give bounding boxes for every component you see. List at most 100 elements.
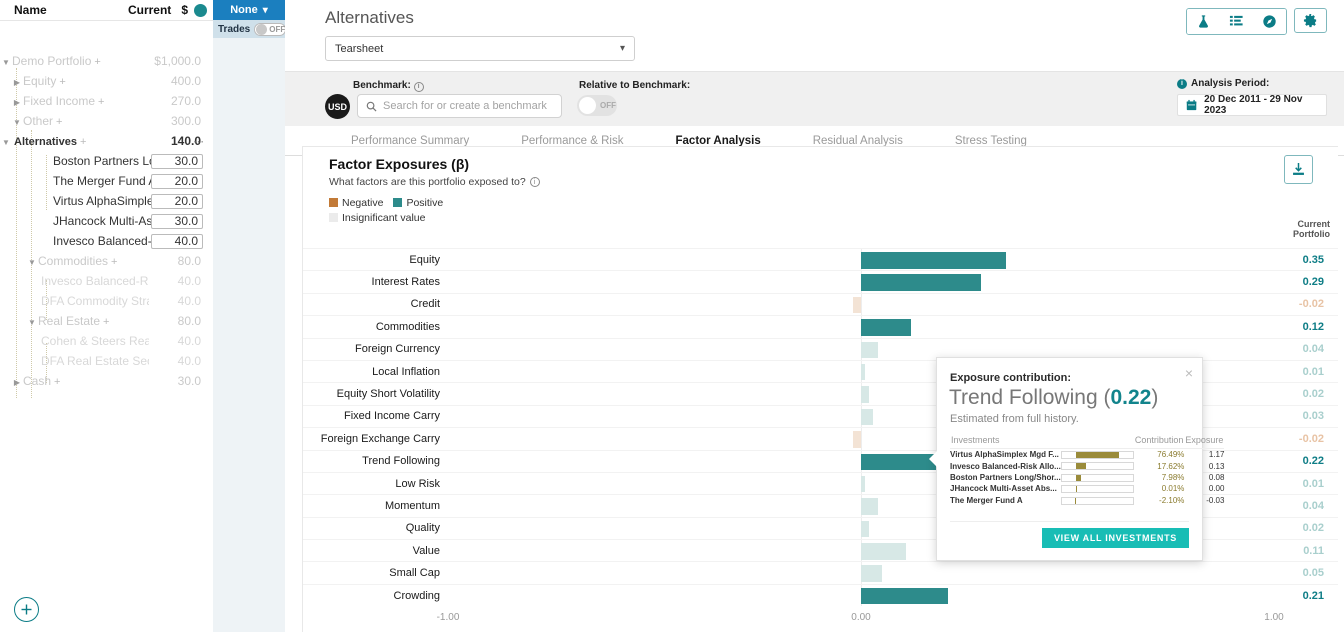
chart-bar[interactable]: [861, 409, 873, 426]
chart-bar[interactable]: [861, 386, 869, 403]
chart-bar[interactable]: [861, 521, 869, 538]
caret-down-icon[interactable]: ▼: [0, 138, 12, 147]
info-icon[interactable]: i: [1177, 79, 1187, 89]
chart-bar[interactable]: [861, 319, 911, 336]
row-menu-icon[interactable]: ⋯: [193, 135, 205, 148]
tree-row-dfa-commodity-stra[interactable]: DFA Commodity Stra...40.0: [0, 291, 213, 311]
relative-to-benchmark-label: Relative to Benchmark:: [579, 80, 690, 91]
info-icon[interactable]: i: [414, 82, 424, 92]
add-icon[interactable]: +: [94, 56, 100, 68]
relative-to-benchmark-toggle[interactable]: OFF: [577, 95, 617, 116]
currency-badge[interactable]: USD: [325, 94, 350, 119]
caret-down-icon[interactable]: ▼: [11, 118, 23, 127]
tree-row-value: $1,000.0: [149, 54, 205, 68]
benchmark-search-input[interactable]: Search for or create a benchmark: [357, 94, 562, 118]
download-button[interactable]: [1284, 155, 1313, 184]
contribution-value: 76.49%: [1134, 449, 1185, 461]
add-portfolio-button[interactable]: [14, 597, 39, 622]
tree-row-fixed-income[interactable]: ▶Fixed Income+270.0: [0, 91, 213, 111]
tree-row-value-input[interactable]: 30.0: [151, 214, 203, 229]
legend-swatch: [393, 198, 402, 207]
caret-right-icon[interactable]: ▶: [11, 378, 23, 387]
tree-row-dfa-real-estate-sec[interactable]: DFA Real Estate Sec...40.0: [0, 351, 213, 371]
tree-row-cash[interactable]: ▶Cash+30.0: [0, 371, 213, 391]
tree-row-commodities[interactable]: ▼Commodities+80.0: [0, 251, 213, 271]
investment-name: The Merger Fund A: [950, 495, 1061, 506]
tree-row-value: 40.0: [149, 294, 205, 308]
tree-row-invesco-balanced-ri[interactable]: Invesco Balanced-Ri...40.0: [0, 231, 213, 251]
tree-row-real-estate[interactable]: ▼Real Estate+80.0: [0, 311, 213, 331]
trades-scenario-dropdown[interactable]: None ▾: [213, 0, 285, 20]
tree-row-cohen-steers-real[interactable]: Cohen & Steers Real...40.0: [0, 331, 213, 351]
view-select-value: Tearsheet: [335, 43, 383, 55]
chart-bar[interactable]: [861, 252, 1006, 269]
x-axis-tick: 1.00: [1264, 612, 1283, 623]
compass-icon-button[interactable]: [1253, 9, 1286, 34]
tree-row-label: ▶Equity+: [0, 74, 149, 88]
add-icon[interactable]: +: [98, 96, 104, 108]
legend-swatch: [329, 198, 338, 207]
chart-bar[interactable]: [861, 364, 865, 381]
add-icon[interactable]: +: [56, 116, 62, 128]
chart-row-value: 0.01: [1274, 478, 1338, 490]
list-icon-button[interactable]: [1220, 9, 1253, 34]
legend-line-1: NegativePositive: [329, 196, 1338, 211]
chart-row[interactable]: Interest Rates0.29: [303, 270, 1338, 292]
tree-row-invesco-balanced-ri[interactable]: Invesco Balanced-Ri...40.0: [0, 271, 213, 291]
chart-row-value: 0.12: [1274, 321, 1338, 333]
add-icon[interactable]: +: [103, 316, 109, 328]
caret-down-icon[interactable]: ▼: [0, 58, 12, 67]
tree-row-value-input[interactable]: 20.0: [151, 194, 203, 209]
tree-row-virtus-alphasimplex[interactable]: Virtus AlphaSimplex ...20.0: [0, 191, 213, 211]
investment-name: Virtus AlphaSimplex Mgd F...: [950, 449, 1061, 461]
caret-right-icon[interactable]: ▶: [11, 98, 23, 107]
tree-row-value-input[interactable]: 20.0: [151, 174, 203, 189]
chart-bar[interactable]: [853, 431, 861, 448]
chart-bar[interactable]: [861, 588, 948, 605]
add-icon[interactable]: +: [59, 76, 65, 88]
tree-row-jhancock-multi-ass[interactable]: JHancock Multi-Ass...30.0: [0, 211, 213, 231]
selected-node[interactable]: ▼Alternatives+: [0, 134, 86, 148]
tree-row-equity[interactable]: ▶Equity+400.0: [0, 71, 213, 91]
chart-row[interactable]: Equity0.35: [303, 248, 1338, 270]
flask-icon-button[interactable]: [1187, 9, 1220, 34]
tree-row-label: ▼Real Estate+: [0, 314, 149, 328]
caret-down-icon[interactable]: ▼: [26, 258, 38, 267]
tree-row-label: The Merger Fund A: [0, 174, 151, 188]
chart-bar[interactable]: [861, 498, 878, 515]
gear-icon-button[interactable]: [1294, 8, 1327, 33]
caret-right-icon[interactable]: ▶: [11, 78, 23, 87]
add-icon[interactable]: +: [54, 376, 60, 388]
chart-row[interactable]: Credit-0.02: [303, 293, 1338, 315]
chart-bar[interactable]: [861, 543, 906, 560]
analysis-period-picker[interactable]: 20 Dec 2011 - 29 Nov 2023: [1177, 94, 1327, 116]
tree-row-the-merger-fund-a[interactable]: The Merger Fund A20.0: [0, 171, 213, 191]
add-icon[interactable]: +: [111, 256, 117, 268]
download-icon: [1291, 162, 1306, 177]
chart-bar[interactable]: [861, 342, 878, 359]
chart-bar[interactable]: [861, 565, 882, 582]
caret-down-icon[interactable]: ▼: [26, 318, 38, 327]
chart-bar[interactable]: [861, 274, 981, 291]
chart-row[interactable]: Small Cap0.05: [303, 561, 1338, 583]
trades-toggle[interactable]: OFF: [254, 23, 286, 36]
tree-row-demo-portfolio[interactable]: ▼Demo Portfolio+$1,000.0: [0, 51, 213, 71]
chart-bar[interactable]: [853, 297, 861, 314]
percent-toggle-dot[interactable]: [194, 4, 207, 17]
add-icon[interactable]: +: [80, 136, 86, 148]
view-select[interactable]: Tearsheet ▾: [325, 36, 635, 61]
info-icon[interactable]: i: [530, 177, 540, 187]
tree-row-value-input[interactable]: 40.0: [151, 234, 203, 249]
tree-row-value-input[interactable]: 30.0: [151, 154, 203, 169]
popover-arrow: [929, 450, 938, 468]
tree-row-boston-partners-lon[interactable]: Boston Partners Lon...30.0: [0, 151, 213, 171]
currency-toggle-dollar[interactable]: $: [181, 3, 188, 17]
view-all-investments-button[interactable]: VIEW ALL INVESTMENTS: [1042, 528, 1189, 548]
tree-row-other[interactable]: ▼Other+300.0: [0, 111, 213, 131]
chart-bar[interactable]: [861, 476, 865, 493]
trades-toggle-row: Trades OFF: [213, 20, 285, 38]
chart-row[interactable]: Crowding0.21: [303, 584, 1338, 606]
tree-row-alternatives[interactable]: ▼Alternatives+140.0⋯: [0, 131, 213, 151]
close-icon[interactable]: ×: [1185, 365, 1193, 381]
chart-row[interactable]: Commodities0.12: [303, 315, 1338, 337]
